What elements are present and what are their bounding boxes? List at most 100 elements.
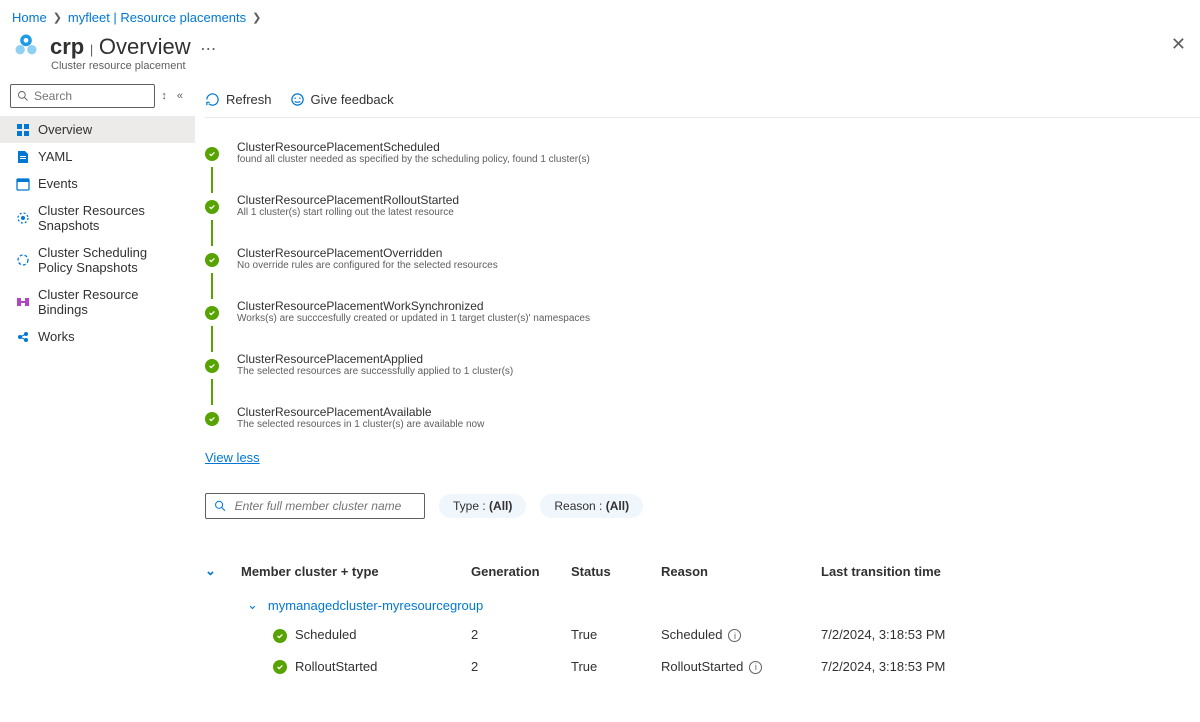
sidebar-item-label: Cluster Resource Bindings [38,287,185,317]
cluster-group-link[interactable]: mymanagedcluster-myresourcegroup [268,598,483,613]
cell-reason: RolloutStartedi [661,659,821,674]
chevron-right-icon: ❯ [53,11,62,24]
success-icon [205,306,219,320]
sidebar-item-label: Cluster Scheduling Policy Snapshots [38,245,185,275]
collapse-sidebar-button[interactable]: « [173,88,187,104]
calendar-icon [16,177,30,191]
cell-type: Scheduled [241,627,471,643]
timeline-description: All 1 cluster(s) start rolling out the l… [237,207,459,218]
timeline-step: ClusterResourcePlacementAppliedThe selec… [205,352,1200,379]
timeline-title: ClusterResourcePlacementWorkSynchronized [237,299,590,313]
reason-filter-pill[interactable]: Reason : (All) [540,494,643,518]
table-header-row: ⌄ Member cluster + type Generation Statu… [205,555,1200,587]
close-button[interactable]: ✕ [1171,34,1186,55]
timeline-description: Works(s) are succcesfully created or upd… [237,313,590,324]
timeline-title: ClusterResourcePlacementAvailable [237,405,484,419]
policy-icon [16,253,30,267]
sidebar-item-label: Events [38,176,78,191]
success-icon [273,629,287,643]
col-last-transition[interactable]: Last transition time [821,564,1021,579]
sidebar-item-cluster-resources-snapshots[interactable]: Cluster Resources Snapshots [0,197,195,239]
success-icon [205,200,219,214]
cell-status: True [571,659,661,674]
timeline-connector [211,167,213,193]
timeline-title: ClusterResourcePlacementRolloutStarted [237,193,459,207]
feedback-icon [290,92,305,107]
sidebar-item-label: Overview [38,122,92,137]
table-group-row[interactable]: ⌄ mymanagedcluster-myresourcegroup [205,587,1200,619]
cell-generation: 2 [471,627,571,642]
breadcrumb: Home ❯ myfleet | Resource placements ❯ [0,0,1200,29]
timeline-title: ClusterResourcePlacementScheduled [237,140,590,154]
resource-icon [12,31,40,62]
member-cluster-search[interactable] [205,493,425,519]
timeline-connector [211,379,213,405]
cell-generation: 2 [471,659,571,674]
overview-icon [16,123,30,137]
sidebar-item-label: Cluster Resources Snapshots [38,203,185,233]
timeline-connector [211,326,213,352]
give-feedback-button[interactable]: Give feedback [290,92,394,107]
info-icon[interactable]: i [728,629,741,642]
timeline-step: ClusterResourcePlacementScheduledfound a… [205,140,1200,167]
sidebar-item-works[interactable]: Works [0,323,195,350]
expand-collapse-toggle[interactable]: ↕ [157,88,171,104]
timeline-connector [211,220,213,246]
page-subtitle: Cluster resource placement [51,60,1200,72]
refresh-button[interactable]: Refresh [205,92,272,107]
sidebar-item-label: YAML [38,149,72,164]
sidebar-item-yaml[interactable]: YAML [0,143,195,170]
status-timeline: ClusterResourcePlacementScheduledfound a… [205,140,1200,432]
cell-reason: Scheduledi [661,627,821,642]
success-icon [205,359,219,373]
page-title-name: crp [50,34,84,59]
col-reason[interactable]: Reason [661,564,821,579]
results-table: ⌄ Member cluster + type Generation Statu… [205,555,1200,682]
breadcrumb-home[interactable]: Home [12,10,47,25]
sidebar-search[interactable] [10,84,155,108]
timeline-description: The selected resources in 1 cluster(s) a… [237,419,484,430]
success-icon [205,147,219,161]
file-icon [16,150,30,164]
success-icon [205,253,219,267]
refresh-icon [205,92,220,107]
more-menu-button[interactable]: ⋯ [194,41,216,58]
timeline-step: ClusterResourcePlacementRolloutStartedAl… [205,193,1200,220]
cell-type: RolloutStarted [241,659,471,675]
search-icon [214,499,227,513]
timeline-title: ClusterResourcePlacementApplied [237,352,513,366]
bindings-icon [16,295,30,309]
expand-all-toggle[interactable]: ⌄ [205,563,241,579]
col-generation[interactable]: Generation [471,564,571,579]
sidebar-item-events[interactable]: Events [0,170,195,197]
timeline-description: The selected resources are successfully … [237,366,513,377]
sidebar-search-input[interactable] [34,89,148,103]
breadcrumb-resource[interactable]: myfleet | Resource placements [68,10,246,25]
table-row[interactable]: RolloutStarted2TrueRolloutStartedi7/2/20… [205,651,1200,683]
timeline-description: found all cluster needed as specified by… [237,154,590,165]
sidebar-item-overview[interactable]: Overview [0,116,195,143]
search-icon [17,90,29,102]
timeline-description: No override rules are configured for the… [237,260,498,271]
col-status[interactable]: Status [571,564,661,579]
table-row[interactable]: Scheduled2TrueScheduledi7/2/2024, 3:18:5… [205,619,1200,651]
cell-status: True [571,627,661,642]
sidebar-item-cluster-resource-bindings[interactable]: Cluster Resource Bindings [0,281,195,323]
snapshot-icon [16,211,30,225]
page-title-section: Overview [99,34,191,59]
timeline-step: ClusterResourcePlacementAvailableThe sel… [205,405,1200,432]
col-member[interactable]: Member cluster + type [241,564,471,579]
timeline-title: ClusterResourcePlacementOverridden [237,246,498,260]
sidebar-item-cluster-scheduling-policy-snapshots[interactable]: Cluster Scheduling Policy Snapshots [0,239,195,281]
chevron-down-icon[interactable]: ⌄ [247,597,258,613]
member-cluster-search-input[interactable] [235,499,416,513]
success-icon [273,660,287,674]
filter-row: Type : (All) Reason : (All) [205,493,1200,519]
sidebar: ↕ « Overview YAML Events Cluster Resourc… [0,80,195,722]
toolbar: Refresh Give feedback [205,80,1200,118]
timeline-step: ClusterResourcePlacementWorkSynchronized… [205,299,1200,326]
view-less-link[interactable]: View less [205,450,260,465]
info-icon[interactable]: i [749,661,762,674]
timeline-connector [211,273,213,299]
type-filter-pill[interactable]: Type : (All) [439,494,526,518]
